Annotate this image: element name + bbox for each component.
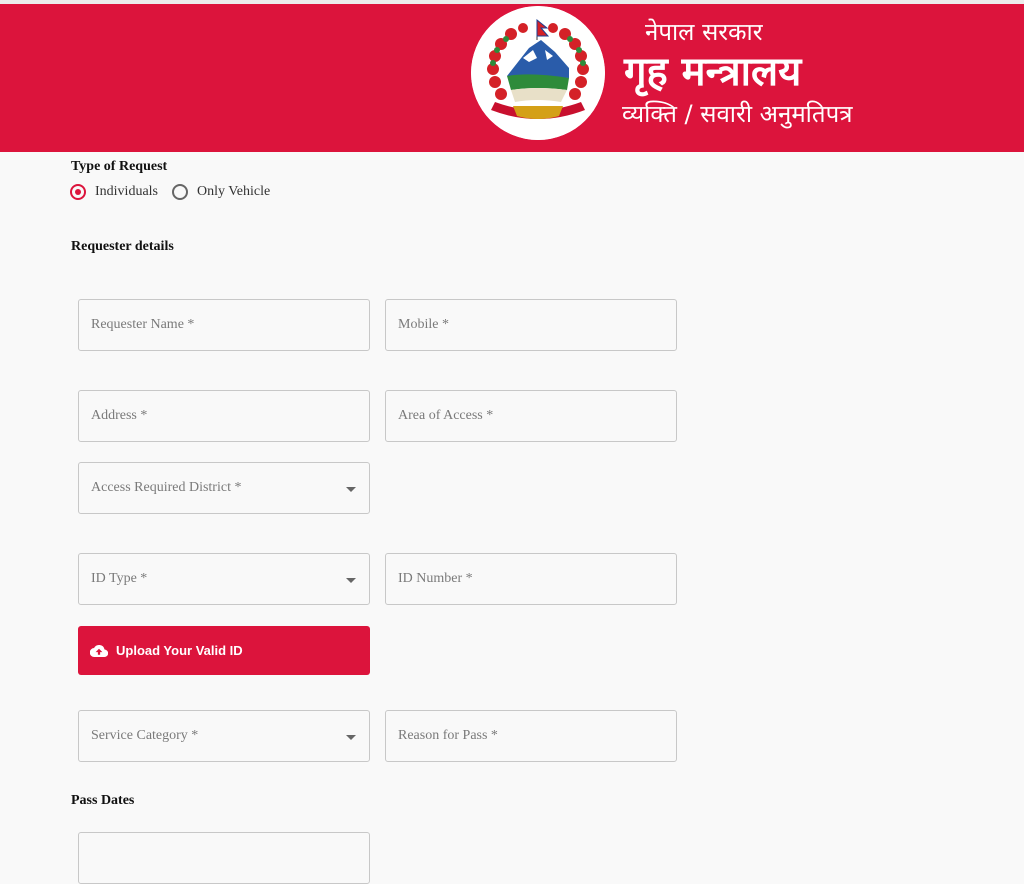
id-number-field[interactable] [385, 553, 677, 605]
chevron-down-icon [346, 735, 356, 740]
id-type-select[interactable]: ID Type * [78, 553, 370, 605]
government-label: नेपाल सरकार [645, 18, 763, 46]
nepal-emblem-icon [471, 6, 605, 140]
upload-id-button[interactable]: Upload Your Valid ID [78, 626, 370, 675]
reason-for-pass-input[interactable] [386, 711, 676, 761]
area-of-access-field[interactable] [385, 390, 677, 442]
radio-unchecked-icon [172, 184, 188, 200]
chevron-down-icon [346, 487, 356, 492]
pass-dates-heading: Pass Dates [71, 793, 135, 808]
service-category-select[interactable]: Service Category * [78, 710, 370, 762]
ministry-title: गृह मन्त्रालय [624, 49, 802, 95]
address-input[interactable] [79, 391, 369, 441]
district-select-label: Access Required District * [91, 480, 242, 495]
requester-name-field[interactable] [78, 299, 370, 351]
reason-for-pass-field[interactable] [385, 710, 677, 762]
type-of-request-label: Type of Request [71, 159, 168, 174]
mobile-input[interactable] [386, 300, 676, 350]
radio-individuals-label: Individuals [95, 184, 158, 199]
upload-id-button-label: Upload Your Valid ID [116, 643, 243, 658]
request-type-radio-group: Individuals Only Vehicle [70, 184, 284, 200]
area-of-access-input[interactable] [386, 391, 676, 441]
id-type-select-label: ID Type * [91, 571, 148, 586]
service-category-select-label: Service Category * [91, 728, 199, 743]
requester-details-heading: Requester details [71, 239, 174, 254]
chevron-down-icon [346, 578, 356, 583]
permit-title: व्यक्ति / सवारी अनुमतिपत्र [622, 100, 853, 128]
mobile-field[interactable] [385, 299, 677, 351]
requester-name-input[interactable] [79, 300, 369, 350]
cloud-upload-icon [90, 644, 108, 657]
id-number-input[interactable] [386, 554, 676, 604]
radio-checked-icon [70, 184, 86, 200]
address-field[interactable] [78, 390, 370, 442]
radio-only-vehicle[interactable]: Only Vehicle [172, 184, 270, 200]
radio-individuals[interactable]: Individuals [70, 184, 158, 200]
district-select[interactable]: Access Required District * [78, 462, 370, 514]
pass-date-field[interactable] [78, 832, 370, 884]
radio-only-vehicle-label: Only Vehicle [197, 184, 271, 199]
page-header: नेपाल सरकार गृह मन्त्रालय व्यक्ति / सवार… [0, 4, 1024, 152]
